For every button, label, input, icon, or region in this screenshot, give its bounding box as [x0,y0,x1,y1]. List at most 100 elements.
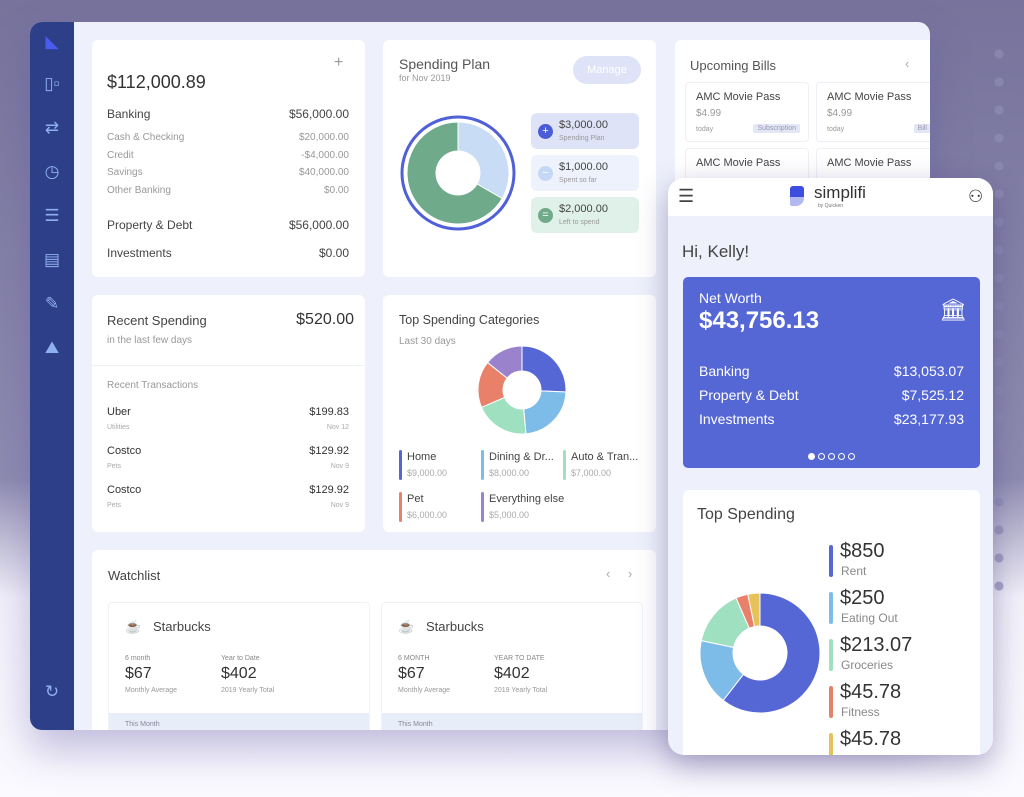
spent-so-far-pill: − $1,000.00 Spent so far [531,155,639,191]
bill-amount: $4.99 [827,108,853,119]
coffee-icon: ☕ [125,619,142,634]
plus-icon: + [538,124,553,139]
legend-swatch [829,545,833,577]
bill-name: AMC Movie Pass [827,157,912,169]
mobile-header: ☰ simplifi by Quicken ⚇ [668,178,993,216]
top-categories-subtitle: Last 30 days [399,336,456,347]
stat-label: 6 MONTH [398,655,430,662]
investment-icon[interactable]: ⛰ [42,338,62,358]
bill-tag: Bill [913,124,930,133]
net-worth-card: + $112,000.89 Banking $56,000.00 Cash & … [92,40,365,277]
recent-subtitle: in the last few days [107,335,193,346]
edit-icon[interactable]: ✎ [42,294,62,314]
legend-value: $8,000.00 [489,468,530,478]
brand-sub: by Quicken [818,203,844,209]
carousel-dot[interactable] [848,453,855,460]
transaction-category: Pets [107,502,122,509]
pill-label: Left to spend [559,219,600,226]
bill-date: today [827,126,845,133]
bill-item[interactable]: AMC Movie Pass $4.99 today Bill [816,82,930,142]
dashboard-icon[interactable]: ▯▫ [42,74,62,94]
bill-item[interactable]: AMC Movie Pass $4.99 today Subscription [685,82,809,142]
bill-name: AMC Movie Pass [827,91,912,103]
carousel-dots[interactable] [683,447,980,465]
legend-value: $850 [840,540,885,562]
bank-icon: 🏛 [939,297,967,322]
manage-button[interactable]: Manage [573,56,641,84]
merchant-name: Starbucks [426,619,484,634]
refresh-icon[interactable]: ↻ [42,682,62,702]
sub-account-value: $0.00 [323,184,349,196]
watchlist-next-button[interactable]: › [628,566,632,581]
bill-date: today [696,126,714,133]
spending-plan-pill: + $3,000.00 Spending Plan [531,113,639,149]
net-worth-total: $112,000.89 [107,72,206,92]
list-icon[interactable]: ☰ [42,206,62,226]
transaction-name: Costco [107,445,142,457]
add-account-button[interactable]: + [334,54,343,72]
legend-swatch [829,639,833,671]
profile-icon[interactable]: ⚇ [968,187,983,207]
property-value: $56,000.00 [288,218,349,232]
sub-account-value: -$4,000.00 [301,149,349,161]
top-categories-title: Top Spending Categories [399,313,540,327]
net-worth-label: Net Worth [699,290,762,306]
calendar-clock-icon[interactable]: ◷ [42,162,62,182]
spending-plan-title: Spending Plan [399,56,491,72]
bills-prev-button[interactable]: ‹ [905,56,909,71]
menu-icon[interactable]: ☰ [678,186,694,207]
donut-slice [523,390,567,435]
sub-account-label: Cash & Checking [107,132,185,143]
legend-value: $213.07 [840,634,913,656]
legend-value: $6,000.00 [407,510,448,520]
stat-desc: 2019 Yearly Total [221,687,275,694]
transfer-icon[interactable]: ⇄ [42,118,62,138]
stat-desc: Monthly Average [398,687,451,694]
net-worth-row-value: $13,053.07 [893,363,964,379]
property-label: Property & Debt [107,218,193,232]
carousel-dot[interactable] [828,453,835,460]
donut-slice [521,345,567,393]
mobile-app: ☰ simplifi by Quicken ⚇ Hi, Kelly! Net W… [668,178,993,755]
net-worth-row-value: $7,525.12 [901,387,964,403]
minus-icon: − [538,166,553,181]
transaction-name: Costco [107,484,142,496]
carousel-dot[interactable] [818,453,825,460]
transaction-date: Nov 9 [330,502,349,509]
transaction-category: Utilities [107,424,130,431]
net-worth-row-label: Investments [699,411,775,427]
report-icon[interactable]: ▤ [42,250,62,270]
legend-swatch [829,733,833,755]
transaction-amount: $129.92 [309,445,349,457]
divider [92,365,365,366]
legend-swatch [481,450,484,480]
legend-swatch [829,592,833,624]
legend-label: Fitness [841,705,880,719]
bill-name: AMC Movie Pass [696,91,781,103]
stat-desc: 2019 Yearly Total [494,687,548,694]
watchlist-prev-button[interactable]: ‹ [606,566,610,581]
legend-value: $7,000.00 [571,468,612,478]
transaction-date: Nov 9 [330,463,349,470]
merchant-name: Starbucks [153,619,211,634]
donut-slice [457,121,510,200]
watchlist-item[interactable]: ☕ Starbucks 6 month $67 Monthly Average Year … [108,602,370,730]
legend-value: $45.78 [840,681,902,703]
net-worth-panel[interactable]: Net Worth $43,756.13 🏛 Banking $13,053.07… [683,277,980,468]
stat-label: YEAR TO DATE [494,655,545,662]
legend-swatch [481,492,484,522]
greeting: Hi, Kelly! [682,242,750,261]
transaction-name: Uber [107,406,131,418]
carousel-dot[interactable] [808,453,815,460]
watchlist-item[interactable]: ☕ Starbucks 6 MONTH $67 Monthly Average YEAR … [381,602,643,730]
net-worth-row-value: $23,177.93 [893,411,964,427]
stat-value: $67 [125,665,152,682]
pill-label: Spending Plan [559,135,605,142]
simplifi-logo-icon [790,186,804,206]
legend-swatch [563,450,566,480]
logo-icon[interactable]: ◣ [42,32,62,52]
legend-label: Pet [407,493,424,505]
pill-label: Spent so far [559,177,597,184]
brand-name: simplifi [814,183,866,202]
carousel-dot[interactable] [838,453,845,460]
